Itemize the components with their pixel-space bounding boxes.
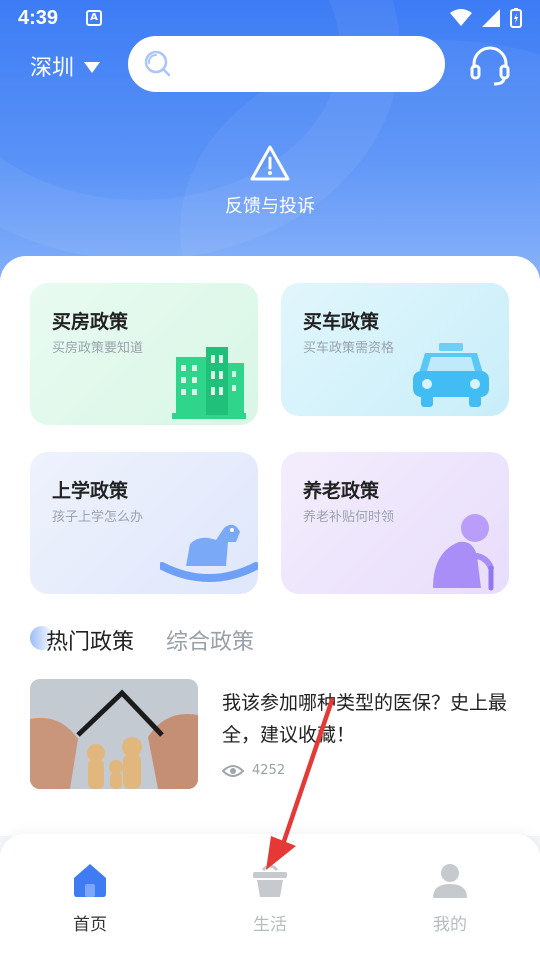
card-title: 上学政策 xyxy=(52,480,129,502)
nav-label: 我的 xyxy=(433,915,467,935)
policy-card-car[interactable]: 买车政策 买车政策需资格 xyxy=(281,283,509,416)
basket-icon xyxy=(253,864,287,897)
policy-card-housing[interactable]: 买房政策 买房政策要知道 xyxy=(30,283,258,425)
tab-general-policy[interactable]: 综合政策 xyxy=(166,624,254,656)
status-time: 4:39 xyxy=(18,6,59,29)
nav-label: 首页 xyxy=(73,915,107,935)
card-title: 养老政策 xyxy=(303,480,380,502)
wifi-icon xyxy=(450,9,472,26)
nav-home[interactable]: 首页 xyxy=(45,862,135,935)
elderly-person-icon xyxy=(433,514,494,591)
signal-icon xyxy=(482,9,500,27)
city-label: 深圳 xyxy=(30,56,75,81)
status-bar: 4:39 A xyxy=(0,0,540,36)
top-bar: 深圳 xyxy=(0,36,540,92)
nav-mine[interactable]: 我的 xyxy=(405,862,495,935)
search-icon xyxy=(144,50,171,77)
feedback-label: 反馈与投诉 xyxy=(225,196,315,217)
policy-card-education[interactable]: 上学政策 孩子上学怎么办 xyxy=(30,452,258,594)
eye-icon xyxy=(222,764,244,777)
status-icons xyxy=(450,8,522,28)
bottom-navigation: 首页 生活 我的 xyxy=(0,834,540,960)
news-thumbnail xyxy=(30,679,198,789)
nav-life[interactable]: 生活 xyxy=(225,862,315,935)
policy-card-pension[interactable]: 养老政策 养老补贴何时领 xyxy=(281,452,509,594)
home-icon xyxy=(74,864,106,897)
warning-icon xyxy=(250,145,290,181)
building-icon xyxy=(172,347,246,419)
news-views: 4252 xyxy=(222,763,285,778)
taxi-icon xyxy=(413,343,489,407)
card-title: 买车政策 xyxy=(303,311,380,333)
notification-icon: A xyxy=(86,10,103,26)
tab-hot-policy[interactable]: 热门政策 xyxy=(46,624,134,656)
search-input[interactable] xyxy=(180,55,410,73)
news-item[interactable]: 我该参加哪种类型的医保？史上最全，建议收藏！ 4252 xyxy=(30,679,510,789)
rocking-horse-icon xyxy=(160,524,258,582)
headset-icon[interactable] xyxy=(468,44,512,88)
person-icon xyxy=(433,864,467,898)
card-title: 买房政策 xyxy=(52,311,129,333)
family-house-hands-photo xyxy=(30,679,198,789)
card-subtitle: 买房政策要知道 xyxy=(52,341,144,356)
card-subtitle: 买车政策需资格 xyxy=(303,341,395,356)
search-bar[interactable] xyxy=(128,36,445,92)
feedback-button[interactable]: 反馈与投诉 xyxy=(0,144,540,218)
policy-tabs: 热门政策 综合政策 xyxy=(30,620,254,660)
nav-label: 生活 xyxy=(253,915,287,935)
news-headline: 我该参加哪种类型的医保？史上最全，建议收藏！ xyxy=(222,692,508,746)
battery-icon xyxy=(510,8,522,28)
card-subtitle: 孩子上学怎么办 xyxy=(52,510,144,525)
dropdown-triangle-icon xyxy=(84,61,101,73)
view-count: 4252 xyxy=(252,763,286,778)
city-selector[interactable]: 深圳 xyxy=(30,50,101,82)
card-subtitle: 养老补贴何时领 xyxy=(303,510,395,525)
